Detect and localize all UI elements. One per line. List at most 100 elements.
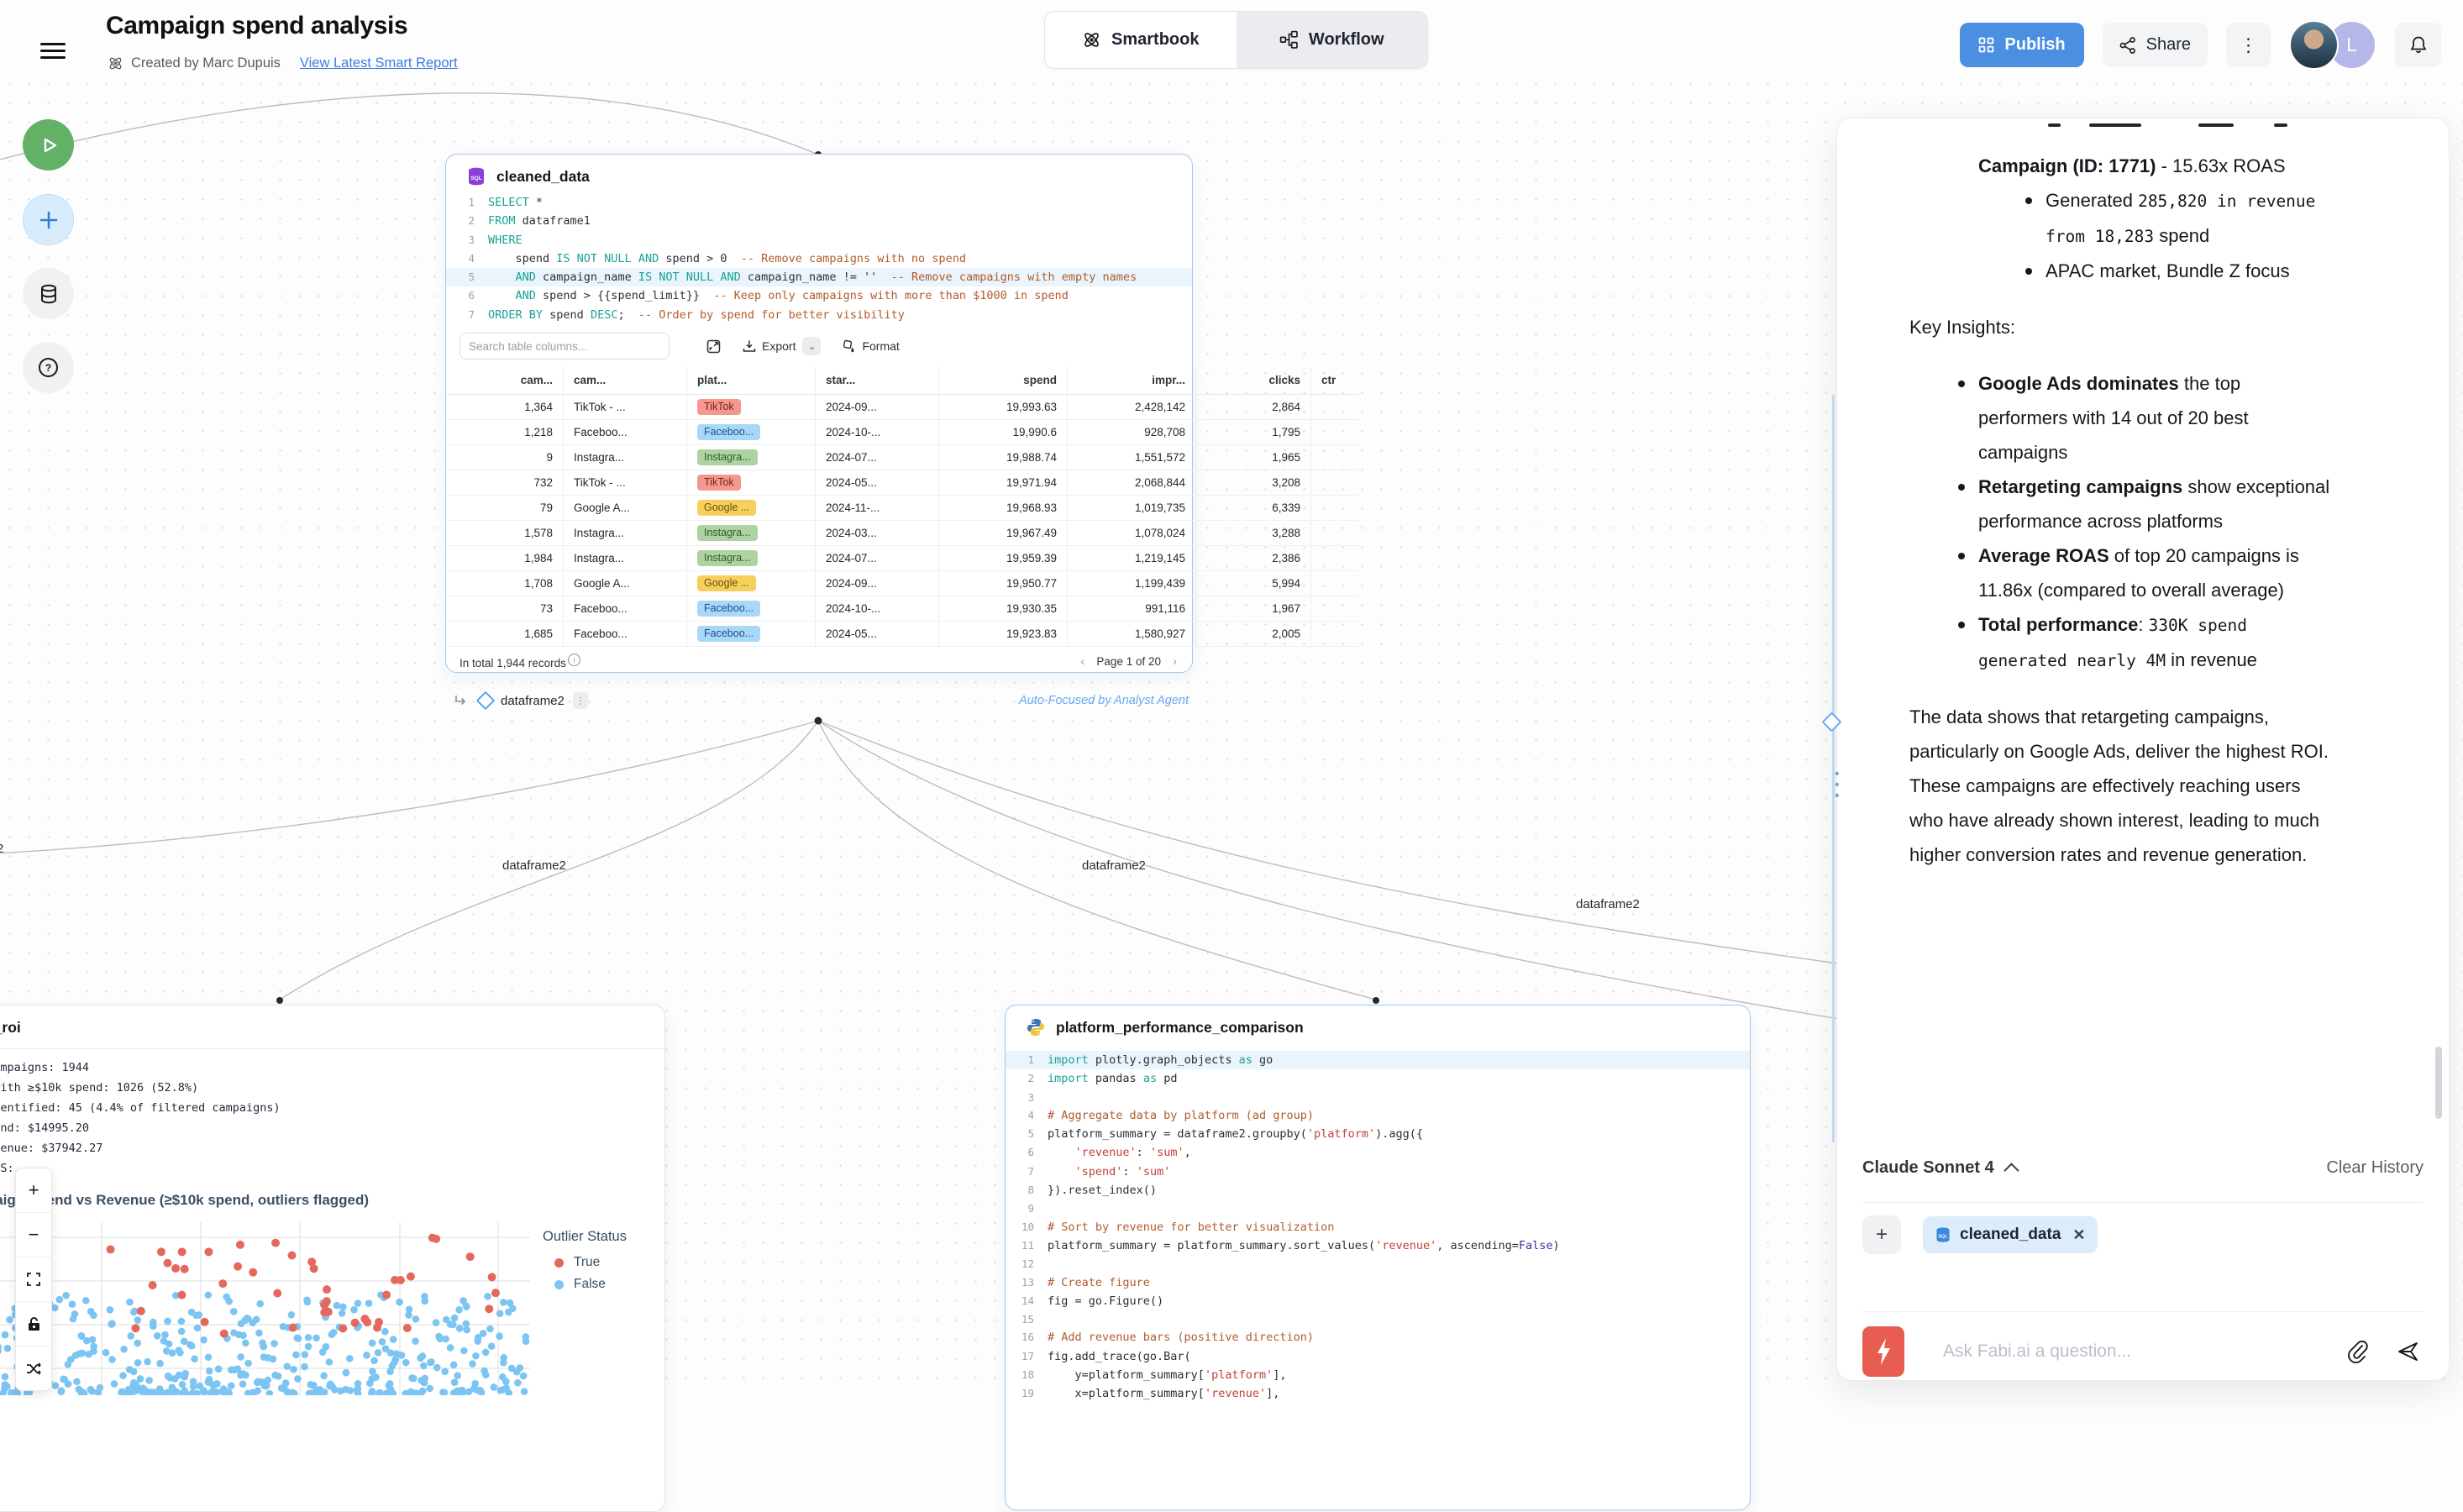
model-selector[interactable]: Claude Sonnet 4 — [1862, 1158, 2017, 1178]
code-line[interactable]: 9 — [1006, 1200, 1750, 1217]
code-line[interactable]: 4# Aggregate data by platform (ad group) — [1006, 1106, 1750, 1125]
scatter-point-false — [463, 1326, 470, 1334]
scatter-point-false — [482, 1371, 490, 1378]
legend-item-true[interactable]: True — [554, 1255, 627, 1270]
table-row[interactable]: 1,984Instagra...Instagra...2024-07...19,… — [446, 546, 1359, 571]
export-options-chevron[interactable]: ⌄ — [802, 337, 821, 355]
remove-context-icon[interactable]: ✕ — [2072, 1226, 2085, 1244]
code-line[interactable]: 1import plotly.graph_objects as go — [1006, 1051, 1750, 1069]
block-campaign-roi[interactable]: campaign_roi Filtered campaigns: 1944Cam… — [0, 1005, 665, 1512]
code-line[interactable]: 11platform_summary = platform_summary.so… — [1006, 1236, 1750, 1255]
python-code-editor[interactable]: 1import plotly.graph_objects as go2impor… — [1006, 1051, 1750, 1404]
block-cleaned-data[interactable]: SQL cleaned_data 1SELECT *2FROM datafram… — [445, 154, 1193, 673]
column-header[interactable]: plat... — [687, 366, 816, 395]
code-line[interactable]: 14fig = go.Figure() — [1006, 1292, 1750, 1310]
run-workflow-button[interactable] — [23, 119, 74, 171]
code-line[interactable]: 5platform_summary = dataframe2.groupby('… — [1006, 1125, 1750, 1143]
column-header[interactable]: clicks — [1196, 366, 1311, 395]
sql-code-editor[interactable]: 1SELECT *2FROM dataframe13WHERE4 spend I… — [446, 193, 1192, 324]
code-line[interactable]: 17fig.add_trace(go.Bar( — [1006, 1347, 1750, 1366]
column-header[interactable]: ctr — [1311, 366, 1360, 395]
expand-table-icon[interactable] — [706, 339, 721, 354]
hamburger-menu-icon[interactable] — [40, 39, 66, 59]
table-row[interactable]: 1,578Instagra...Instagra...2024-03...19,… — [446, 521, 1359, 546]
search-table-columns-input[interactable] — [460, 333, 670, 360]
code-line[interactable]: 2import pandas as pd — [1006, 1069, 1750, 1088]
code-line[interactable]: 10# Sort by revenue for better visualiza… — [1006, 1218, 1750, 1236]
share-button[interactable]: Share — [2103, 23, 2208, 67]
send-icon[interactable] — [2397, 1341, 2420, 1362]
more-options-button[interactable]: ⋮ — [2226, 23, 2271, 67]
zoom-out-button[interactable]: − — [16, 1213, 51, 1257]
scatter-point-false — [507, 1299, 514, 1307]
scatter-point-false — [161, 1331, 169, 1339]
code-line[interactable]: 3WHERE — [446, 231, 1192, 249]
add-block-button[interactable] — [23, 194, 74, 245]
code-line[interactable]: 6 AND spend > {{spend_limit}} -- Keep on… — [446, 286, 1192, 305]
column-header[interactable]: cam... — [446, 366, 564, 395]
code-line[interactable]: 4 spend IS NOT NULL AND spend > 0 -- Rem… — [446, 249, 1192, 268]
zoom-in-button[interactable]: + — [16, 1168, 51, 1213]
publish-button[interactable]: Publish — [1960, 23, 2083, 67]
drag-handle-icon[interactable]: ••• — [1835, 769, 1840, 801]
column-header[interactable]: impr... — [1068, 366, 1196, 395]
code-line[interactable]: 13# Create figure — [1006, 1273, 1750, 1292]
legend-item-false[interactable]: False — [554, 1277, 627, 1292]
result-table[interactable]: cam...cam...plat...star...spendimpr...cl… — [446, 366, 1359, 647]
code-line[interactable]: 18 y=platform_summary['platform'], — [1006, 1366, 1750, 1384]
scatter-point-false — [305, 1343, 312, 1351]
prev-page-icon[interactable]: ‹ — [1080, 654, 1084, 669]
output-dataframe-label[interactable]: dataframe2 — [501, 694, 565, 708]
chat-scrollbar[interactable] — [2435, 1047, 2442, 1119]
code-line[interactable]: 2FROM dataframe1 — [446, 212, 1192, 230]
code-line[interactable]: 6 'revenue': 'sum', — [1006, 1143, 1750, 1162]
code-line[interactable]: 3 — [1006, 1089, 1750, 1106]
clear-history-button[interactable]: Clear History — [2326, 1158, 2424, 1178]
view-smart-report-link[interactable]: View Latest Smart Report — [300, 55, 458, 71]
table-row[interactable]: 1,364TikTok - ...TikTok2024-09...19,993.… — [446, 395, 1359, 420]
export-button[interactable]: Export — [743, 339, 796, 353]
attachment-icon[interactable] — [2347, 1341, 2368, 1363]
table-row[interactable]: 1,218Faceboo...Faceboo...2024-10-...19,9… — [446, 420, 1359, 445]
code-line[interactable]: 1SELECT * — [446, 193, 1192, 212]
code-line[interactable]: 15 — [1006, 1310, 1750, 1328]
scatter-point-false — [433, 1319, 440, 1326]
tab-workflow[interactable]: Workflow — [1237, 12, 1428, 68]
table-row[interactable]: 732TikTok - ...TikTok2024-05...19,971.94… — [446, 470, 1359, 496]
add-context-button[interactable]: + — [1862, 1215, 1901, 1254]
table-row[interactable]: 73Faceboo...Faceboo...2024-10-...19,930.… — [446, 596, 1359, 622]
output-options-icon[interactable]: ⋮ — [573, 692, 588, 709]
fullscreen-button[interactable] — [16, 1257, 51, 1302]
column-header[interactable]: cam... — [564, 366, 687, 395]
column-header[interactable]: star... — [816, 366, 939, 395]
code-line[interactable]: 7ORDER BY spend DESC; -- Order by spend … — [446, 306, 1192, 324]
code-line[interactable]: 16# Add revenue bars (positive direction… — [1006, 1328, 1750, 1347]
code-line[interactable]: 12 — [1006, 1255, 1750, 1273]
lock-axes-button[interactable] — [16, 1302, 51, 1347]
format-button[interactable]: Format — [843, 339, 899, 353]
scatter-point-false — [302, 1351, 309, 1358]
code-line[interactable]: 8}).reset_index() — [1006, 1181, 1750, 1200]
block-platform-performance[interactable]: platform_performance_comparison 1import … — [1005, 1005, 1751, 1510]
context-chip-cleaned-data[interactable]: SQL cleaned_data ✕ — [1923, 1216, 2098, 1253]
table-row[interactable]: 1,685Faceboo...Faceboo...2024-05...19,92… — [446, 622, 1359, 647]
table-row[interactable]: 79Google A...Google ...2024-11-...19,968… — [446, 496, 1359, 521]
scatter-point-true — [236, 1241, 244, 1249]
block-title: campaign_roi — [0, 1019, 21, 1037]
chat-question-input[interactable] — [1941, 1341, 2347, 1362]
next-page-icon[interactable]: › — [1173, 654, 1177, 669]
notifications-button[interactable] — [2395, 23, 2441, 67]
shuffle-button[interactable] — [16, 1347, 51, 1390]
table-row[interactable]: 1,708Google A...Google ...2024-09...19,9… — [446, 571, 1359, 596]
scatter-point-false — [484, 1293, 491, 1300]
table-row[interactable]: 9Instagra...Instagra...2024-07...19,988.… — [446, 445, 1359, 470]
help-button[interactable]: ? — [23, 342, 74, 393]
scatter-point-false — [70, 1315, 77, 1323]
data-sources-button[interactable] — [23, 268, 74, 319]
column-header[interactable]: spend — [939, 366, 1068, 395]
tab-smartbook[interactable]: Smartbook — [1045, 12, 1237, 68]
code-line[interactable]: 5 AND campaign_name IS NOT NULL AND camp… — [446, 268, 1192, 286]
avatar-photo[interactable] — [2289, 20, 2339, 70]
code-line[interactable]: 7 'spend': 'sum' — [1006, 1163, 1750, 1181]
scatter-point-false — [186, 1341, 194, 1348]
